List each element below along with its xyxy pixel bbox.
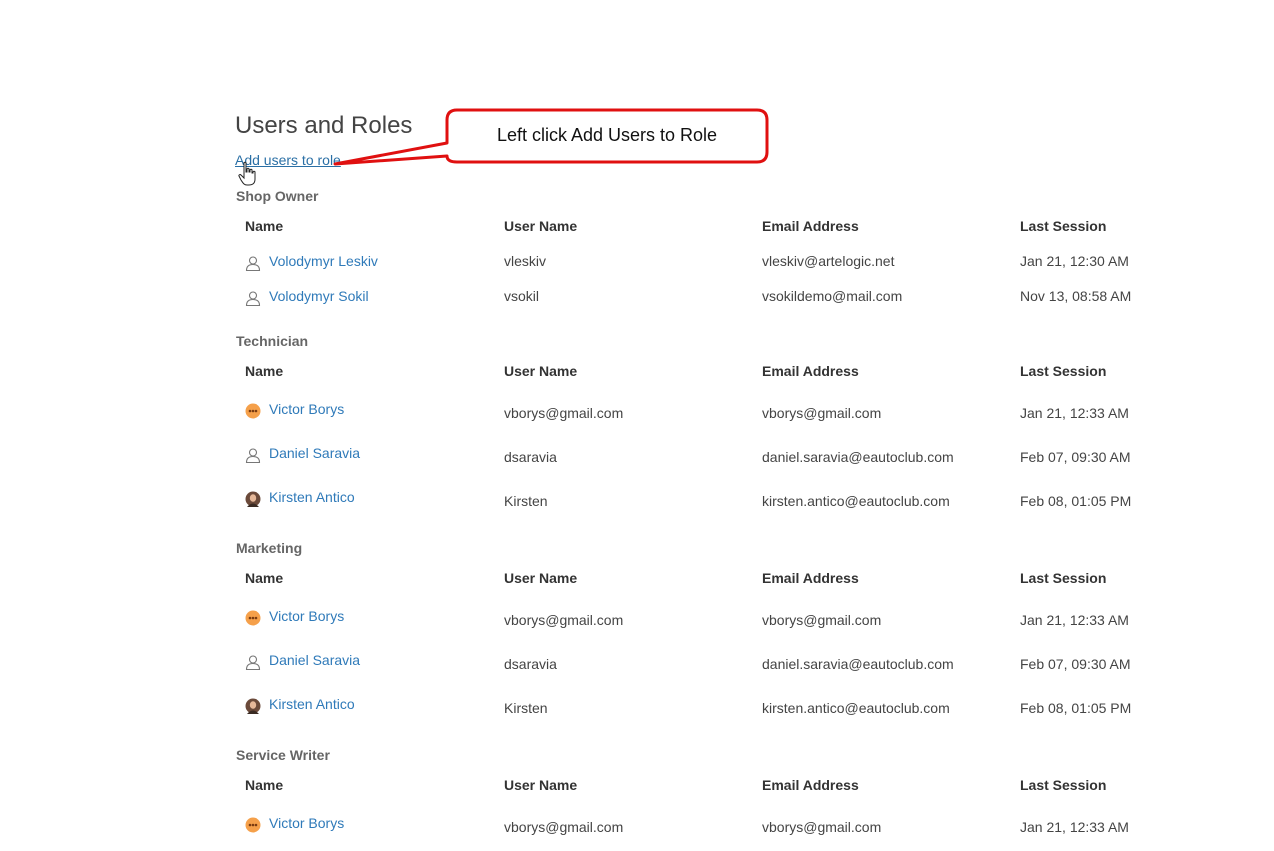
last-session-cell: Nov 13, 08:58 AM — [1020, 288, 1132, 304]
email-cell: vsokildemo@mail.com — [762, 288, 903, 304]
column-header-name[interactable]: Name — [245, 777, 283, 793]
email-cell: vborys@gmail.com — [762, 405, 882, 421]
column-header-last-session[interactable]: Last Session — [1020, 570, 1106, 586]
user-name-link[interactable]: Volodymyr Leskiv — [269, 253, 378, 269]
column-header-email[interactable]: Email Address — [762, 570, 859, 586]
role-title: Marketing — [236, 540, 303, 556]
user-name-cell: Kirsten — [504, 493, 548, 509]
last-session-cell: Jan 21, 12:33 AM — [1020, 819, 1129, 835]
table-row: Kirsten Antico Kirsten kirsten.antico@eaut… — [0, 489, 1274, 517]
column-header-email[interactable]: Email Address — [762, 363, 859, 379]
user-name-link[interactable]: Victor Borys — [269, 815, 344, 831]
role-title: Technician — [236, 333, 309, 349]
column-header-email[interactable]: Email Address — [762, 218, 859, 234]
table-header: Name User Name Email Address Last Session — [0, 570, 1274, 590]
email-cell: vleskiv@artelogic.net — [762, 253, 895, 269]
user-name-cell: dsaravia — [504, 449, 557, 465]
column-header-last-session[interactable]: Last Session — [1020, 363, 1106, 379]
user-avatar-icon — [245, 447, 261, 464]
callout-text: Left click Add Users to Role — [496, 124, 718, 145]
last-session-cell: Jan 21, 12:33 AM — [1020, 612, 1129, 628]
user-avatar — [245, 698, 261, 714]
table-row: Kirsten Antico Kirsten kirsten.antico@eaut… — [0, 696, 1274, 724]
column-header-name[interactable]: Name — [245, 218, 283, 234]
column-header-user-name[interactable]: User Name — [504, 570, 577, 586]
email-cell: daniel.saravia@eautoclub.com — [762, 656, 954, 672]
last-session-cell: Feb 08, 01:05 PM — [1020, 700, 1132, 716]
last-session-cell: Jan 21, 12:33 AM — [1020, 405, 1129, 421]
last-session-cell: Jan 21, 12:30 AM — [1020, 253, 1129, 269]
table-header: Name User Name Email Address Last Session — [0, 363, 1274, 383]
table-header: Name User Name Email Address Last Session — [0, 777, 1274, 797]
user-avatar-icon — [245, 255, 261, 272]
user-name-link[interactable]: Victor Borys — [269, 608, 344, 624]
hand-pointer-cursor-icon — [238, 161, 256, 186]
user-name-cell: vborys@gmail.com — [504, 819, 624, 835]
user-name-link[interactable]: Kirsten Antico — [269, 696, 355, 712]
user-name-cell: vborys@gmail.com — [504, 612, 624, 628]
column-header-name[interactable]: Name — [245, 363, 283, 379]
user-avatar — [245, 817, 261, 833]
user-name-link[interactable]: Kirsten Antico — [269, 489, 355, 505]
email-cell: daniel.saravia@eautoclub.com — [762, 449, 954, 465]
table-row: Daniel Saravia dsaravia daniel.saravia@eau… — [0, 445, 1274, 473]
user-avatar — [245, 403, 261, 419]
table-row: Daniel Saravia dsaravia daniel.saravia@eau… — [0, 652, 1274, 680]
email-cell: kirsten.antico@eautoclub.com — [762, 493, 950, 509]
column-header-name[interactable]: Name — [245, 570, 283, 586]
user-name-link[interactable]: Victor Borys — [269, 401, 344, 417]
user-avatar-icon — [245, 654, 261, 671]
user-name-link[interactable]: Daniel Saravia — [269, 652, 360, 668]
role-title: Shop Owner — [236, 188, 319, 204]
role-title: Service Writer — [236, 747, 330, 763]
user-name-cell: vborys@gmail.com — [504, 405, 624, 421]
user-avatar — [245, 610, 261, 626]
table-row: Victor Borys vborys@gmail.com vborys@gmail… — [0, 401, 1274, 429]
email-cell: vborys@gmail.com — [762, 612, 882, 628]
column-header-last-session[interactable]: Last Session — [1020, 218, 1106, 234]
column-header-last-session[interactable]: Last Session — [1020, 777, 1106, 793]
column-header-user-name[interactable]: User Name — [504, 218, 577, 234]
table-row: Victor Borys vborys@gmail.com vborys@gmail… — [0, 815, 1274, 843]
email-cell: vborys@gmail.com — [762, 819, 882, 835]
user-name-cell: Kirsten — [504, 700, 548, 716]
table-row: Volodymyr Sokil vsokil vsokildemo@mail.com… — [0, 288, 1274, 312]
last-session-cell: Feb 07, 09:30 AM — [1020, 656, 1131, 672]
email-cell: kirsten.antico@eautoclub.com — [762, 700, 950, 716]
user-name-cell: vsokil — [504, 288, 540, 304]
column-header-user-name[interactable]: User Name — [504, 363, 577, 379]
last-session-cell: Feb 08, 01:05 PM — [1020, 493, 1132, 509]
user-avatar-icon — [245, 290, 261, 307]
user-avatar — [245, 491, 261, 507]
table-row: Volodymyr Leskiv vleskiv vleskiv@artelogic… — [0, 253, 1274, 277]
user-name-link[interactable]: Volodymyr Sokil — [269, 288, 369, 304]
table-header: Name User Name Email Address Last Session — [0, 218, 1274, 238]
user-name-cell: vleskiv — [504, 253, 547, 269]
column-header-email[interactable]: Email Address — [762, 777, 859, 793]
table-row: Victor Borys vborys@gmail.com vborys@gmail… — [0, 608, 1274, 636]
column-header-user-name[interactable]: User Name — [504, 777, 577, 793]
last-session-cell: Feb 07, 09:30 AM — [1020, 449, 1131, 465]
user-name-cell: dsaravia — [504, 656, 557, 672]
user-name-link[interactable]: Daniel Saravia — [269, 445, 360, 461]
